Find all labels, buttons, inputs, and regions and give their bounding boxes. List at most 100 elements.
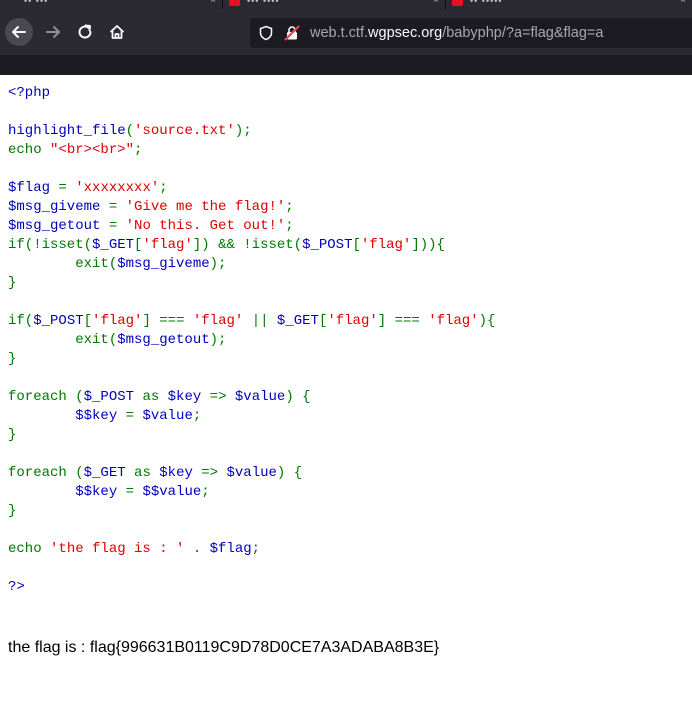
flag-output-text: the flag is : flag{996631B0119C9D78D0CE7… [8, 639, 440, 656]
code-line: echo "<br><br>"; [8, 142, 142, 158]
code-token: 'the flag is : ' [50, 541, 193, 557]
code-line: echo 'the flag is : ' . $flag; [8, 541, 260, 557]
code-line: } [8, 351, 16, 367]
browser-tab-1[interactable]: •• ••• × [0, 0, 223, 9]
code-token: exit( [8, 256, 118, 272]
code-token: ?> [8, 579, 25, 595]
forward-button[interactable] [39, 18, 67, 46]
navigation-toolbar: web.t.ctf.wgpsec.org/babyphp/?a=flag&fla… [0, 9, 692, 55]
code-token: = [58, 180, 76, 196]
home-button[interactable] [103, 18, 131, 46]
code-token: . [192, 541, 210, 557]
code-token: ) { [276, 465, 303, 481]
code-token: 'flag' [428, 313, 479, 329]
code-token: ]) && !isset( [192, 237, 303, 253]
code-line: highlight_file('source.txt'); [8, 123, 252, 139]
code-token: $msg_giveme [8, 199, 109, 215]
code-token: $key [167, 389, 210, 405]
code-token: ; [192, 408, 202, 424]
code-line: exit($msg_giveme); [8, 256, 226, 272]
tab-favicon-icon [452, 0, 463, 6]
code-token: } [8, 427, 17, 443]
tab-title-clipped: •• ••••• [470, 0, 503, 6]
code-line: } [8, 275, 16, 291]
code-line: } [8, 427, 16, 443]
url-text[interactable]: web.t.ctf.wgpsec.org/babyphp/?a=flag&fla… [310, 25, 603, 41]
code-token: $key [159, 465, 202, 481]
code-line: foreach ($_GET as $key => $value) { [8, 465, 302, 481]
code-token: $flag [8, 180, 59, 196]
code-line: <?php [8, 85, 50, 101]
code-token: $_POST [83, 389, 143, 405]
bookmarks-strip [0, 55, 692, 75]
code-token: } [8, 351, 17, 367]
code-token: if(!isset( [8, 237, 93, 253]
code-token: $value [142, 408, 193, 424]
code-token: <?php [8, 85, 51, 101]
code-token: $value [226, 465, 277, 481]
php-source-listing: <?php highlight_file('source.txt'); echo… [8, 84, 495, 597]
code-token: = [125, 408, 143, 424]
code-token: ; [285, 218, 294, 234]
code-line: $msg_giveme = 'Give me the flag!'; [8, 199, 294, 215]
code-token: $$key [8, 484, 126, 500]
browser-tab-3[interactable]: •• ••••• × [446, 0, 692, 9]
code-token: ); [209, 332, 227, 348]
code-token: $$value [142, 484, 202, 500]
home-icon [109, 25, 125, 39]
insecure-lock-icon[interactable] [284, 25, 300, 41]
code-token: 'flag' [360, 237, 412, 253]
code-line: $$key = $value; [8, 408, 201, 424]
code-token: ) { [285, 389, 311, 405]
code-token: $msg_getout [8, 218, 109, 234]
code-token: $msg_giveme [117, 256, 210, 272]
code-token: ; [134, 142, 143, 158]
reload-button[interactable] [71, 18, 99, 46]
code-token: $_GET [83, 465, 135, 481]
code-token: ( [125, 123, 135, 139]
code-token: 'flag' [142, 237, 193, 253]
code-token: ; [285, 199, 294, 215]
code-token: $_GET [276, 313, 319, 329]
code-token: ; [251, 541, 261, 557]
back-button[interactable] [5, 18, 33, 46]
close-icon[interactable]: × [210, 0, 216, 6]
code-token: ); [209, 256, 227, 272]
code-token: ] === [377, 313, 429, 329]
code-token: 'xxxxxxxx' [75, 180, 160, 196]
code-token: highlight_file [8, 123, 126, 139]
code-token: = [125, 484, 143, 500]
browser-tab-2[interactable]: ••• •••• × [223, 0, 446, 9]
shield-icon[interactable] [258, 25, 274, 41]
code-token: foreach ( [8, 389, 84, 405]
code-line: $$key = $$value; [8, 484, 210, 500]
address-bar[interactable]: web.t.ctf.wgpsec.org/babyphp/?a=flag&fla… [250, 18, 692, 48]
code-line: } [8, 503, 16, 519]
code-token: ){ [478, 313, 496, 329]
code-token: } [8, 503, 17, 519]
code-token: $msg_getout [117, 332, 210, 348]
tab-title-clipped: •• ••• [24, 0, 49, 6]
arrow-right-icon [46, 26, 60, 38]
url-path: /babyphp/?a=flag&flag=a [442, 25, 604, 41]
code-token: ] === [142, 313, 193, 329]
tab-title-clipped: ••• •••• [247, 0, 280, 6]
code-token: 'Give me the flag!' [125, 199, 286, 215]
code-line: if(!isset($_GET['flag']) && !isset($_POS… [8, 237, 445, 253]
reload-icon [78, 24, 92, 39]
code-token: [ [352, 237, 361, 253]
code-token: => [201, 465, 227, 481]
close-icon[interactable]: × [433, 0, 439, 6]
code-token: ; [159, 180, 168, 196]
url-domain: wgpsec.org [368, 25, 443, 41]
code-token: echo [8, 541, 51, 557]
close-icon[interactable]: × [680, 0, 686, 6]
code-token: $_POST [302, 237, 353, 253]
code-token: ; [201, 484, 210, 500]
code-token: => [209, 389, 235, 405]
code-token: 'flag' [327, 313, 378, 329]
arrow-left-icon [12, 26, 26, 38]
code-token: $_POST [33, 313, 84, 329]
tab-favicon-icon [229, 0, 240, 6]
code-line: exit($msg_getout); [8, 332, 226, 348]
